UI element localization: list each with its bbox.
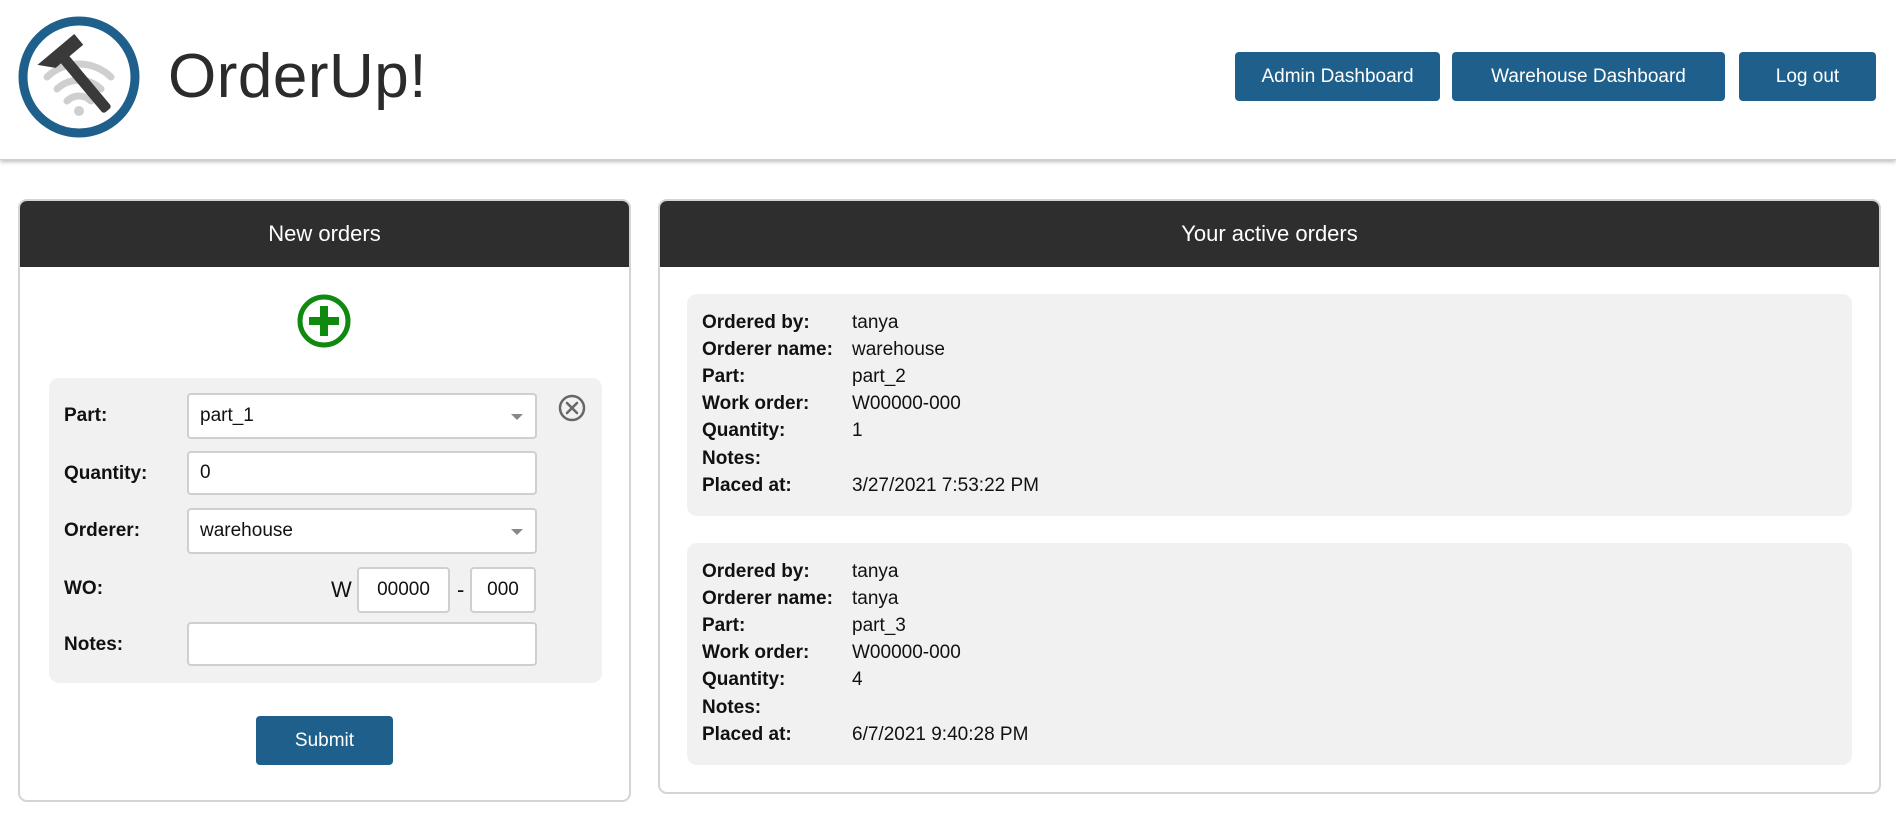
- wo-separator: -: [457, 577, 465, 602]
- wo-suffix-input[interactable]: 000: [470, 567, 536, 613]
- placed-at-value: 6/7/2021 9:40:28 PM: [852, 724, 1029, 745]
- part-select-value: part_1: [200, 405, 254, 426]
- orderer-name-value: tanya: [852, 588, 899, 609]
- wo-label: WO:: [64, 578, 104, 599]
- notes-label: Notes:: [702, 448, 762, 469]
- orderer-name-label: Orderer name:: [702, 588, 833, 609]
- app-title: OrderUp!: [168, 42, 427, 111]
- orderer-label: Orderer:: [64, 520, 141, 541]
- new-orders-heading: New orders: [20, 201, 629, 267]
- warehouse-dashboard-button[interactable]: Warehouse Dashboard: [1452, 52, 1725, 101]
- notes-input[interactable]: [187, 622, 537, 666]
- work-order-value: W00000-000: [852, 393, 961, 414]
- ordered-by-value: tanya: [852, 312, 899, 333]
- part-label: Part:: [64, 405, 108, 426]
- part-value: part_3: [852, 615, 906, 636]
- placed-at-label: Placed at:: [702, 724, 792, 745]
- orderer-name-label: Orderer name:: [702, 339, 833, 360]
- part-select[interactable]: part_1: [187, 393, 537, 439]
- part-label: Part:: [702, 366, 746, 387]
- top-navbar: OrderUp! Admin Dashboard Warehouse Dashb…: [0, 0, 1896, 160]
- logout-button[interactable]: Log out: [1739, 52, 1876, 101]
- new-orders-panel: New orders Part: part_1 Quantity: 0 Orde…: [18, 199, 631, 802]
- work-order-value: W00000-000: [852, 642, 961, 663]
- quantity-value: 1: [852, 420, 863, 441]
- orderer-select-value: warehouse: [200, 520, 293, 541]
- part-label: Part:: [702, 615, 746, 636]
- order-card: Ordered by: tanya Orderer name: warehouse …: [687, 294, 1852, 516]
- work-order-label: Work order:: [702, 393, 810, 414]
- work-order-label: Work order:: [702, 642, 810, 663]
- chevron-down-icon: [511, 529, 523, 535]
- quantity-input[interactable]: 0: [187, 451, 537, 495]
- ordered-by-label: Ordered by:: [702, 561, 810, 582]
- active-orders-heading: Your active orders: [660, 201, 1879, 267]
- chevron-down-icon: [511, 414, 523, 420]
- notes-label: Notes:: [702, 697, 762, 718]
- placed-at-value: 3/27/2021 7:53:22 PM: [852, 475, 1039, 496]
- wo-number-input[interactable]: 00000: [357, 567, 450, 613]
- quantity-label: Quantity:: [64, 463, 148, 484]
- admin-dashboard-button[interactable]: Admin Dashboard: [1235, 52, 1440, 101]
- ordered-by-value: tanya: [852, 561, 899, 582]
- ordered-by-label: Ordered by:: [702, 312, 810, 333]
- orderer-select[interactable]: warehouse: [187, 508, 537, 554]
- quantity-value: 4: [852, 669, 863, 690]
- new-order-form: Part: part_1 Quantity: 0 Orderer: wareho…: [49, 378, 602, 683]
- placed-at-label: Placed at:: [702, 475, 792, 496]
- quantity-label: Quantity:: [702, 420, 786, 441]
- order-card: Ordered by: tanya Orderer name: tanya Part…: [687, 543, 1852, 765]
- hammer-wifi-logo-icon: [18, 16, 140, 138]
- part-value: part_2: [852, 366, 906, 387]
- close-circle-icon[interactable]: [557, 393, 587, 423]
- wo-prefix: W: [331, 577, 352, 602]
- notes-label: Notes:: [64, 634, 124, 655]
- plus-circle-icon[interactable]: [296, 293, 352, 349]
- submit-button[interactable]: Submit: [256, 716, 393, 765]
- active-orders-panel: Your active orders Ordered by: tanya Orde…: [658, 199, 1881, 794]
- orderer-name-value: warehouse: [852, 339, 945, 360]
- quantity-label: Quantity:: [702, 669, 786, 690]
